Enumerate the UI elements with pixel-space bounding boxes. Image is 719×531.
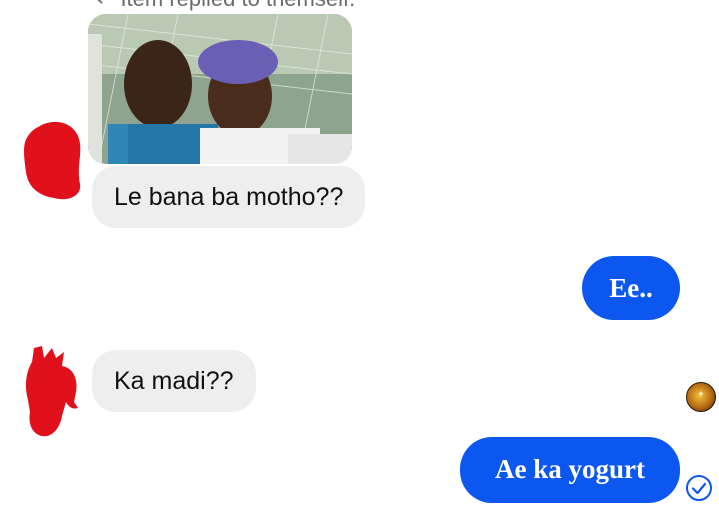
message-text: Ka madi?? <box>114 367 234 395</box>
check-circle-icon <box>686 475 712 501</box>
message-bubble-incoming[interactable]: Ka madi?? <box>92 350 256 412</box>
message-text: Le bana ba motho?? <box>114 183 344 211</box>
message-text: Ee.. <box>609 273 653 303</box>
reply-arrow-icon: ↩ <box>96 0 114 11</box>
message-bubble-outgoing[interactable]: Ee.. <box>582 256 680 320</box>
redacted-avatar <box>25 346 79 437</box>
redacted-avatar <box>24 121 81 200</box>
shared-photo[interactable] <box>88 14 352 164</box>
reply-context-text: Item replied to themself. <box>120 0 355 11</box>
message-bubble-outgoing[interactable]: Ae ka yogurt <box>460 437 680 503</box>
message-bubble-incoming[interactable]: Le bana ba motho?? <box>92 166 366 228</box>
message-text: Ae ka yogurt <box>495 454 645 484</box>
seen-avatar-icon: ✦ <box>686 382 716 412</box>
reply-context-line: ↩ Item replied to themself. <box>96 0 355 12</box>
